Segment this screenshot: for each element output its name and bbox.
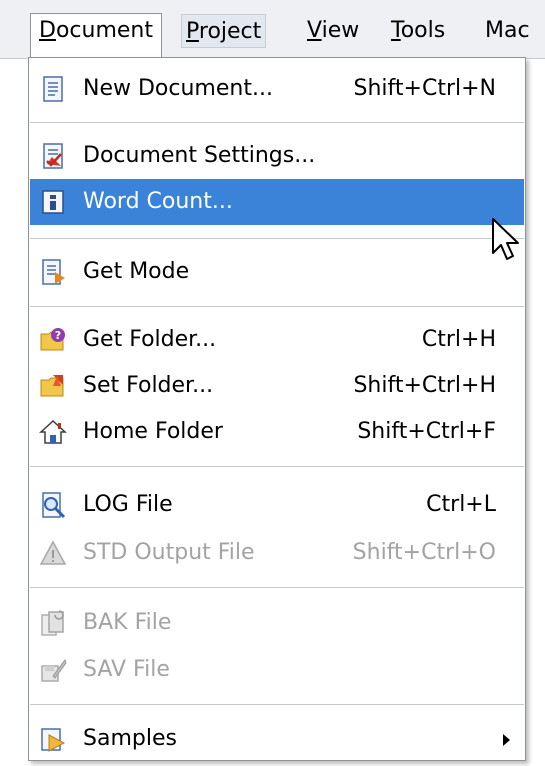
menu-item-label: Samples	[83, 726, 177, 751]
menu-item-home-folder[interactable]: Home Folder Shift+Ctrl+F	[30, 409, 524, 455]
menu-view[interactable]: View	[307, 14, 359, 48]
menu-item-label: BAK File	[83, 610, 172, 635]
menu-separator	[30, 704, 524, 705]
menu-item-get-mode[interactable]: Get Mode	[30, 249, 524, 295]
menu-item-shortcut: Ctrl+L	[426, 492, 496, 517]
bak-file-icon	[39, 609, 67, 637]
menu-view-accel: V	[307, 18, 322, 43]
menu-item-label: STD Output File	[83, 540, 255, 565]
menu-item-std-output-file[interactable]: STD Output File Shift+Ctrl+O	[30, 530, 524, 576]
menu-item-shortcut: Shift+Ctrl+F	[357, 419, 496, 444]
menu-document-accel: D	[39, 18, 56, 43]
menu-tools-label: ools	[400, 18, 446, 43]
svg-text:?: ?	[55, 329, 61, 342]
menu-item-label: Set Folder...	[83, 373, 214, 398]
menu-separator	[30, 306, 524, 307]
home-icon	[39, 418, 67, 446]
samples-icon	[39, 725, 67, 753]
menu-separator	[30, 587, 524, 588]
menu-document-label: ocument	[55, 18, 153, 43]
menu-separator	[30, 466, 524, 467]
menu-item-label: Home Folder	[83, 419, 223, 444]
menu-project-label: roject	[198, 19, 262, 44]
menu-separator	[30, 122, 524, 123]
warning-icon	[39, 539, 67, 567]
menu-item-label: New Document...	[83, 76, 273, 101]
submenu-arrow-icon	[503, 734, 510, 746]
menu-separator	[30, 238, 524, 239]
get-mode-icon	[39, 258, 67, 286]
mouse-pointer-icon	[492, 218, 519, 260]
menu-item-set-folder[interactable]: Set Folder... Shift+Ctrl+H	[30, 363, 524, 409]
log-file-icon	[39, 491, 67, 519]
menu-item-shortcut: Ctrl+H	[421, 327, 496, 352]
menu-macros[interactable]: Mac	[485, 14, 530, 48]
menu-project[interactable]: Project	[181, 14, 267, 48]
menu-tools-accel: T	[391, 18, 401, 43]
menu-item-document-settings[interactable]: Document Settings...	[30, 133, 524, 179]
folder-set-icon	[39, 372, 67, 400]
menu-view-label: iew	[321, 18, 360, 43]
menu-item-label: LOG File	[83, 492, 173, 517]
menu-item-label: Get Mode	[83, 259, 190, 284]
document-dropdown-menu: New Document... Shift+Ctrl+N Document Se…	[28, 57, 526, 761]
menu-bar: Document Project View Tools Mac	[0, 0, 545, 59]
new-document-icon	[39, 75, 67, 103]
menu-item-bak-file[interactable]: BAK File	[30, 600, 524, 646]
menu-item-shortcut: Shift+Ctrl+N	[353, 76, 496, 101]
menu-macros-label: Mac	[485, 18, 530, 43]
menu-item-label: SAV File	[83, 657, 170, 682]
menu-item-label: Word Count...	[83, 189, 233, 214]
sav-file-icon	[39, 656, 67, 684]
menu-item-label: Get Folder...	[83, 327, 217, 352]
menu-item-new-document[interactable]: New Document... Shift+Ctrl+N	[30, 66, 524, 112]
document-settings-icon	[39, 142, 67, 170]
menu-tools[interactable]: Tools	[391, 14, 445, 48]
menu-item-shortcut: Shift+Ctrl+O	[352, 540, 496, 565]
info-icon	[39, 188, 67, 216]
menu-project-accel: P	[186, 19, 199, 44]
folder-question-icon: ?	[39, 326, 67, 354]
menu-item-shortcut: Shift+Ctrl+H	[353, 373, 496, 398]
menu-item-word-count[interactable]: Word Count...	[30, 179, 524, 225]
menu-item-get-folder[interactable]: ? Get Folder... Ctrl+H	[30, 317, 524, 363]
menu-document[interactable]: Document	[30, 13, 162, 58]
menu-item-log-file[interactable]: LOG File Ctrl+L	[30, 482, 524, 528]
menu-item-sav-file[interactable]: SAV File	[30, 647, 524, 693]
menu-item-samples[interactable]: Samples	[30, 716, 524, 762]
menu-item-label: Document Settings...	[83, 143, 316, 168]
